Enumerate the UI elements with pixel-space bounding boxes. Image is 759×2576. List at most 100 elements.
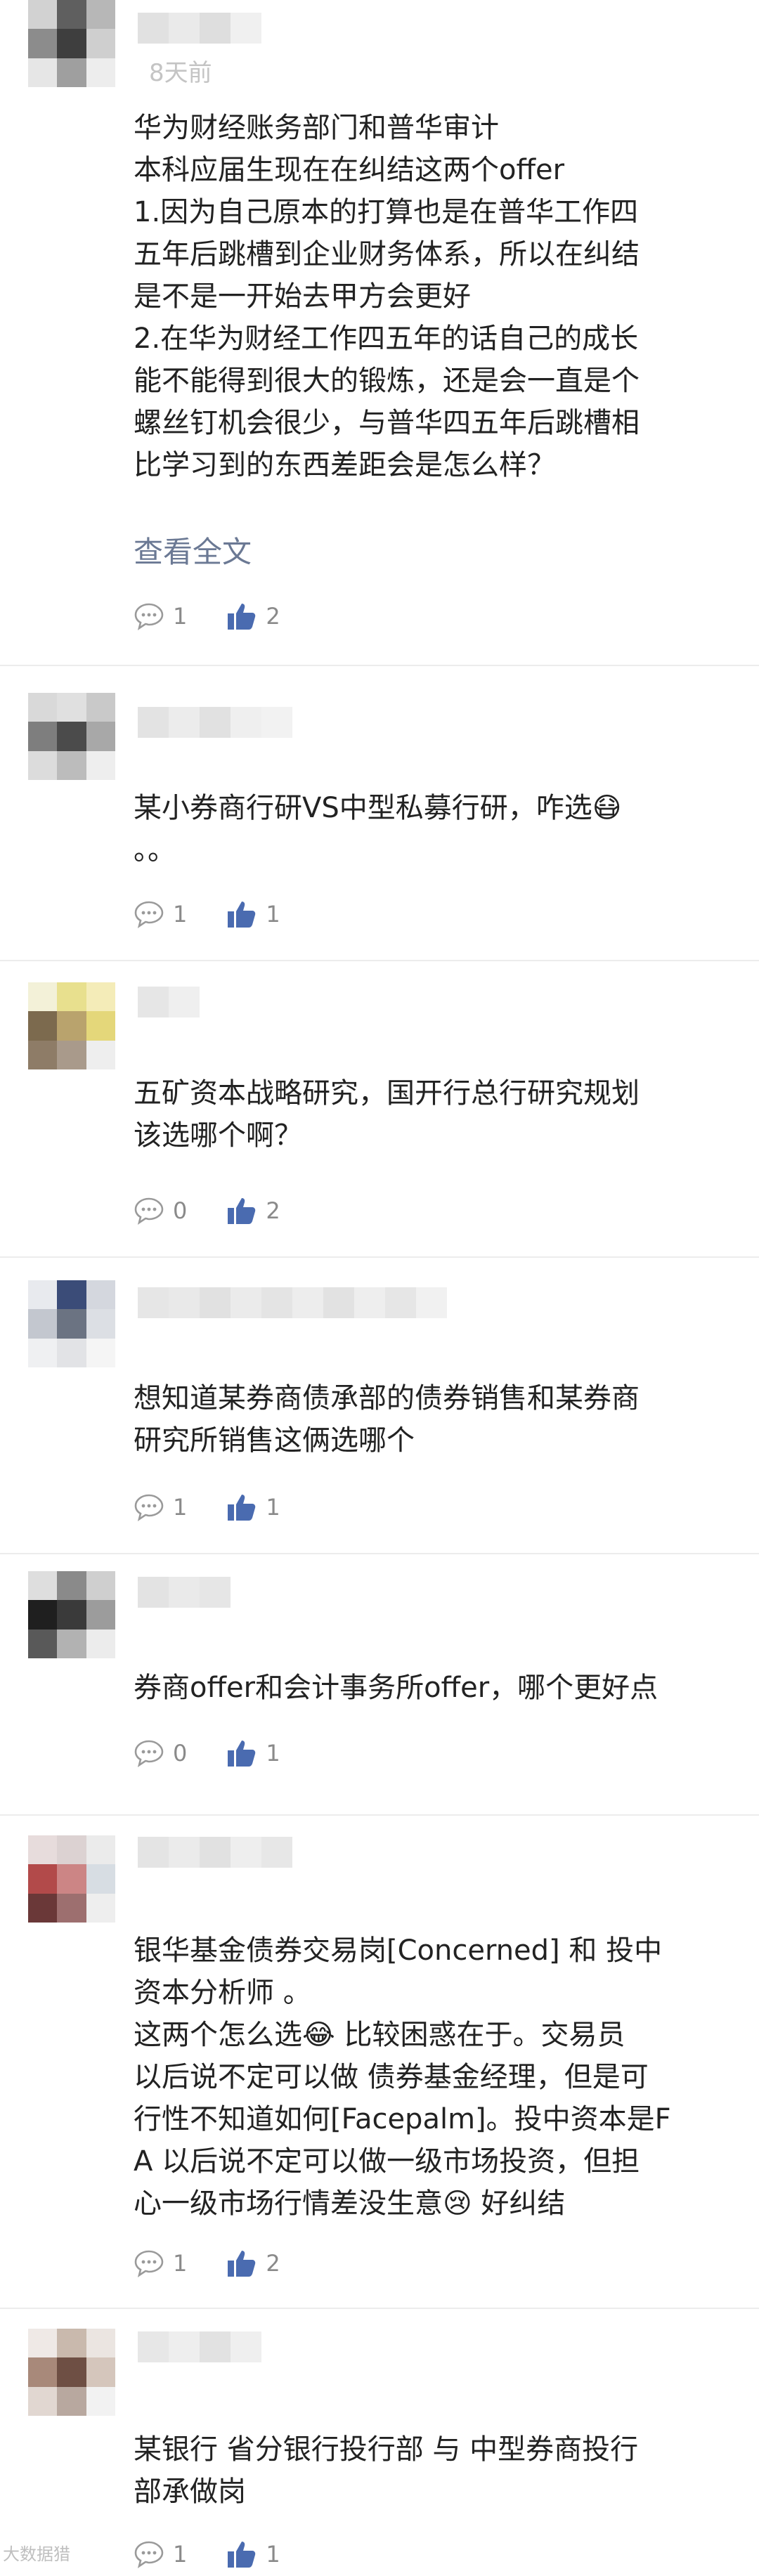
avatar[interactable]	[28, 1571, 115, 1658]
comment-bubble-icon	[134, 1739, 164, 1767]
post-actions: 1 2	[134, 2246, 320, 2281]
comment-count: 1	[173, 2541, 188, 2568]
view-full-text-link[interactable]: 查看全文	[134, 528, 252, 571]
comment-bubble-icon	[134, 602, 164, 630]
post-6: 银华基金债券交易岗[Concerned] 和 投中 资本分析师 。 这两个怎么选…	[0, 1817, 759, 2309]
post-divider	[0, 1553, 759, 1554]
content-line: 部承做岗	[134, 2476, 246, 2508]
avatar[interactable]	[28, 2329, 115, 2416]
post-divider	[0, 1814, 759, 1816]
post-divider	[0, 665, 759, 666]
content-line: 本科应届生现在在纠结这两个offer	[134, 154, 565, 186]
comment-count: 1	[173, 603, 188, 630]
comment-button[interactable]: 0	[134, 1197, 187, 1225]
thumbs-up-icon	[226, 2539, 257, 2569]
comment-count: 0	[173, 1740, 188, 1767]
username-blurred[interactable]	[138, 1837, 292, 1868]
content-line: 某小券商行研VS中型私募行研，咋选😷	[134, 792, 622, 824]
avatar[interactable]	[28, 693, 115, 780]
content-line: 2.在华为财经工作四五年的话自己的成长	[134, 323, 639, 355]
comment-bubble-icon	[134, 900, 164, 928]
username-blurred[interactable]	[138, 1577, 231, 1608]
comment-button[interactable]: 1	[134, 1493, 187, 1521]
like-button[interactable]: 1	[226, 1738, 280, 1768]
post-actions: 1 1	[134, 2537, 320, 2572]
comment-button[interactable]: 1	[134, 900, 187, 928]
thumbs-up-icon	[226, 1492, 257, 1522]
post-1: 8天前 华为财经账务部门和普华审计 本科应届生现在在纠结这两个offer 1.因…	[0, 0, 759, 661]
post-content[interactable]: 银华基金债券交易岗[Concerned] 和 投中 资本分析师 。 这两个怎么选…	[134, 1930, 724, 2225]
username-blurred[interactable]	[138, 2331, 261, 2362]
content-line: 五年后跳槽到企业财务体系，所以在纠结	[134, 238, 640, 271]
avatar[interactable]	[28, 1280, 115, 1367]
content-line: 以后说不定可以做 债券基金经理，但是可	[134, 2061, 649, 2093]
post-actions: 0 2	[134, 1193, 320, 1228]
post-actions: 1 2	[134, 599, 320, 634]
content-line: 这两个怎么选😂 比较困惑在于。交易员	[134, 2019, 625, 2051]
comment-button[interactable]: 1	[134, 2540, 187, 2568]
like-count: 2	[266, 603, 280, 630]
comment-button[interactable]: 0	[134, 1739, 187, 1767]
content-line: 。。	[134, 834, 176, 866]
username-blurred[interactable]	[138, 1287, 447, 1318]
comment-count: 1	[173, 1494, 188, 1521]
like-count: 1	[266, 1494, 280, 1521]
post-7: 某银行 省分银行投行部 与 中型券商投行 部承做岗 1 1	[0, 2310, 759, 2576]
avatar[interactable]	[28, 1835, 115, 1923]
avatar[interactable]	[28, 982, 115, 1069]
content-line: 银华基金债券交易岗[Concerned] 和 投中	[134, 1934, 663, 1967]
comment-count: 1	[173, 901, 188, 928]
post-content[interactable]: 华为财经账务部门和普华审计 本科应届生现在在纠结这两个offer 1.因为自己原…	[134, 107, 724, 486]
like-button[interactable]: 2	[226, 601, 280, 631]
post-actions: 1 1	[134, 897, 320, 932]
like-button[interactable]: 2	[226, 2249, 280, 2278]
like-button[interactable]: 1	[226, 1492, 280, 1522]
like-button[interactable]: 2	[226, 1196, 280, 1225]
thumbs-up-icon	[226, 1196, 257, 1225]
post-actions: 1 1	[134, 1490, 320, 1525]
username-blurred[interactable]	[138, 13, 261, 44]
footer-watermark: 大数据猎	[3, 2544, 70, 2564]
comment-bubble-icon	[134, 1493, 164, 1521]
thumbs-up-icon	[226, 1738, 257, 1768]
like-count: 2	[266, 2250, 280, 2277]
content-line: 1.因为自己原本的打算也是在普华工作四	[134, 196, 639, 228]
post-content[interactable]: 想知道某券商债承部的债券销售和某券商 研究所销售这俩选哪个	[134, 1377, 724, 1462]
like-button[interactable]: 1	[226, 2539, 280, 2569]
like-count: 1	[266, 901, 280, 928]
comment-count: 1	[173, 2250, 188, 2277]
content-line: 某银行 省分银行投行部 与 中型券商投行	[134, 2433, 639, 2466]
post-content[interactable]: 券商offer和会计事务所offer，哪个更好点	[134, 1667, 724, 1709]
username-blurred[interactable]	[138, 707, 292, 738]
post-content[interactable]: 某银行 省分银行投行部 与 中型券商投行 部承做岗	[134, 2428, 724, 2513]
post-divider	[0, 2308, 759, 2309]
comment-bubble-icon	[134, 2540, 164, 2568]
content-line: 资本分析师 。	[134, 1977, 311, 2009]
post-5: 券商offer和会计事务所offer，哪个更好点 0 1	[0, 1556, 759, 1814]
like-button[interactable]: 1	[226, 899, 280, 929]
post-3: 五矿资本战略研究，国开行总行研究规划 该选哪个啊？ 0 2	[0, 963, 759, 1258]
post-actions: 0 1	[134, 1736, 320, 1771]
content-line: 想知道某券商债承部的债券销售和某券商	[134, 1382, 640, 1414]
content-line: 华为财经账务部门和普华审计	[134, 112, 499, 144]
content-line: 比学习到的东西差距会是怎么样？	[134, 449, 555, 481]
thumbs-up-icon	[226, 601, 257, 631]
comment-bubble-icon	[134, 1197, 164, 1225]
post-4: 想知道某券商债承部的债券销售和某券商 研究所销售这俩选哪个 1 1	[0, 1259, 759, 1554]
post-content[interactable]: 某小券商行研VS中型私募行研，咋选😷 。。	[134, 787, 724, 871]
content-line: 心一级市场行情差没生意😢 好纠结	[134, 2187, 566, 2220]
content-line: 螺丝钉机会很少，与普华四五年后跳槽相	[134, 407, 640, 439]
avatar[interactable]	[28, 0, 115, 87]
post-divider	[0, 960, 759, 961]
comment-button[interactable]: 1	[134, 602, 187, 630]
like-count: 2	[266, 1197, 280, 1224]
username-blurred[interactable]	[138, 987, 200, 1017]
post-time: 8天前	[149, 59, 212, 87]
content-line: 行性不知道如何[Facepalm]。投中资本是F	[134, 2103, 671, 2135]
content-line: 研究所销售这俩选哪个	[134, 1424, 415, 1457]
content-line: 该选哪个啊？	[134, 1119, 302, 1152]
comment-button[interactable]: 1	[134, 2249, 187, 2277]
post-content[interactable]: 五矿资本战略研究，国开行总行研究规划 该选哪个啊？	[134, 1072, 724, 1157]
like-count: 1	[266, 1740, 280, 1767]
comment-count: 0	[173, 1197, 188, 1224]
